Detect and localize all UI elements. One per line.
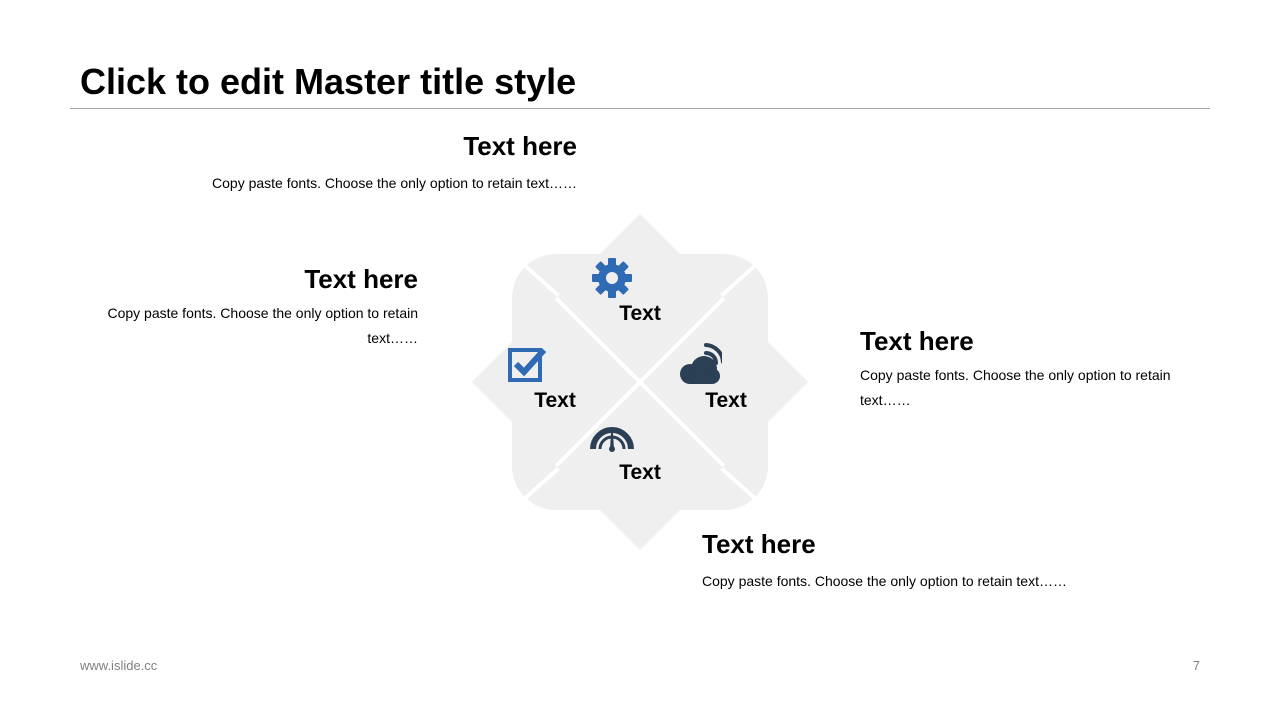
diagram-cell-top: Text — [590, 256, 690, 326]
diagram-cell-right: Text — [676, 343, 776, 413]
title-divider — [70, 108, 1210, 109]
block-heading: Text here — [304, 264, 418, 294]
text-block-top: Text here Copy paste fonts. Choose the o… — [180, 130, 577, 196]
cell-label: Text — [619, 302, 661, 325]
block-body: Copy paste fonts. Choose the only option… — [107, 305, 418, 346]
block-body: Copy paste fonts. Choose the only option… — [860, 367, 1171, 408]
cell-label: Text — [705, 389, 747, 412]
diamond-diagram: Text Text Text Text — [470, 212, 810, 552]
block-body: Copy paste fonts. Choose the only option… — [212, 175, 577, 191]
cell-label: Text — [534, 389, 576, 412]
page-number: 7 — [1192, 658, 1200, 673]
text-block-right: Text here Copy paste fonts. Choose the o… — [860, 325, 1200, 413]
block-heading: Text here — [860, 326, 974, 356]
block-heading: Text here — [463, 131, 577, 161]
text-block-left: Text here Copy paste fonts. Choose the o… — [80, 263, 418, 351]
footer-website: www.islide.cc — [80, 658, 158, 673]
slide-title: Click to edit Master title style — [80, 61, 577, 102]
block-body: Copy paste fonts. Choose the only option… — [702, 573, 1067, 589]
cell-label: Text — [619, 461, 661, 484]
diagram-cell-left: Text — [505, 343, 605, 413]
diagram-cell-bottom: Text — [590, 415, 690, 485]
